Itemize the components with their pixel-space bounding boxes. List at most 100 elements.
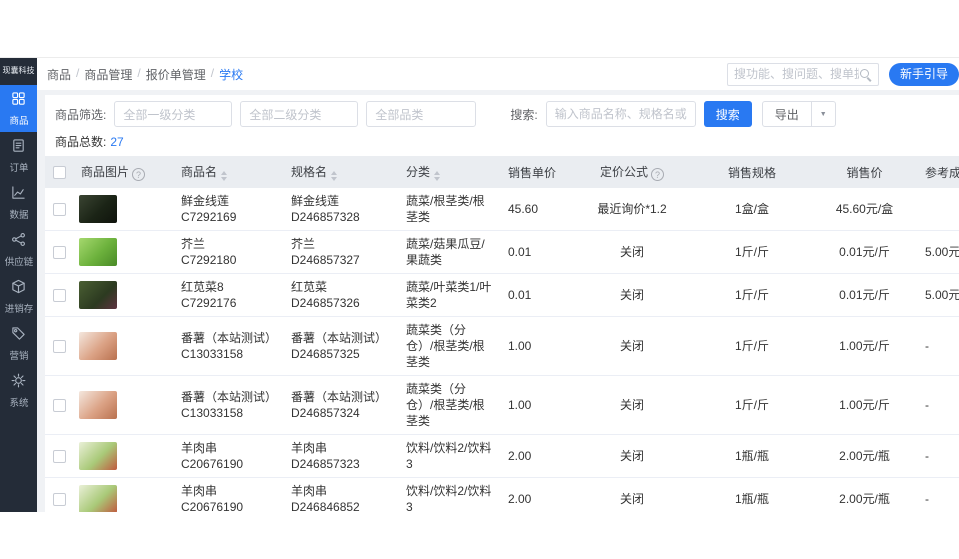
ref-cost-cell: [917, 188, 959, 231]
category-level1-select[interactable]: 全部一级分类: [114, 101, 233, 127]
newbie-guide-button[interactable]: 新手引导: [888, 62, 959, 86]
col-header-label: 销售规格: [727, 165, 776, 180]
product-code: C7292169: [181, 210, 237, 224]
product-name: 芥兰: [181, 237, 206, 251]
product-name: 羊肉串: [181, 441, 218, 455]
breadcrumb-separator: /: [137, 65, 141, 80]
category-level3-select[interactable]: 全部品类: [366, 101, 477, 127]
row-checkbox[interactable]: [52, 203, 66, 217]
col-header-sale-price: 销售价: [812, 156, 917, 188]
row-checkbox[interactable]: [52, 289, 66, 303]
topbar: 商品 / 商品管理 / 报价单管理 / 学校 新手引导: [37, 58, 959, 90]
col-header-unit-price: 销售单价: [500, 156, 572, 188]
col-header-spec-name[interactable]: 规格名: [283, 156, 398, 188]
row-checkbox[interactable]: [52, 340, 66, 354]
sale-price-cell: 0.01元/斤: [812, 273, 917, 317]
total-label: 商品总数:: [55, 135, 107, 149]
sidebar-item-inventory[interactable]: 进销存: [0, 273, 37, 320]
breadcrumb: 商品 / 商品管理 / 报价单管理 / 学校: [47, 66, 243, 83]
sidebar-item-products[interactable]: 商品: [0, 85, 37, 132]
product-photo[interactable]: [79, 442, 117, 470]
table-row: 红苋菜8 C7292176 红苋菜 D246857326 蔬菜/叶菜类1/叶菜类…: [45, 273, 959, 317]
product-name-cell: 番薯（本站测试） C13033158: [173, 375, 283, 435]
sidebar-item-system[interactable]: 系统: [0, 367, 37, 414]
export-split-button: 导出 ▼: [761, 101, 836, 127]
product-photo[interactable]: [79, 332, 117, 360]
sale-price-cell: 1.00元/斤: [812, 375, 917, 435]
main-area: 商品 / 商品管理 / 报价单管理 / 学校 新手引导 商品筛选: 全部一级分类: [37, 58, 959, 512]
col-header-label: 分类: [406, 165, 431, 179]
ref-cost-cell: -: [917, 375, 959, 435]
product-photo[interactable]: [79, 238, 117, 266]
content-card: 商品筛选: 全部一级分类 全部二级分类 全部品类 搜索: 搜索 导出 ▼ 商品总…: [45, 95, 959, 512]
col-header-label: 参考成: [925, 165, 959, 180]
breadcrumb-item-product-management[interactable]: 商品管理: [84, 66, 132, 83]
col-header-product-name[interactable]: 商品名: [173, 156, 283, 188]
sidebar-item-orders[interactable]: 订单: [0, 132, 37, 179]
col-header-product-image: 商品图片?: [73, 156, 173, 188]
sale-spec-cell: 1瓶/瓶: [692, 434, 812, 478]
marketing-icon: [11, 326, 26, 344]
unit-price-cell: 0.01: [500, 273, 572, 317]
help-icon[interactable]: ?: [651, 168, 664, 181]
product-photo[interactable]: [79, 281, 117, 309]
category-cell: 蔬菜/叶菜类1/叶菜类2: [398, 273, 500, 317]
row-checkbox[interactable]: [52, 246, 66, 260]
filter-row: 商品筛选: 全部一级分类 全部二级分类 全部品类 搜索: 搜索 导出 ▼: [45, 95, 959, 133]
row-checkbox[interactable]: [52, 450, 66, 464]
row-checkbox[interactable]: [52, 399, 66, 413]
product-search-input[interactable]: [545, 101, 696, 127]
breadcrumb-item-current[interactable]: 学校: [219, 66, 243, 83]
app-window: 现囊科技 商品 订单 数据 供应链 进销存 营销 系统 商品 / 商品管理 / …: [0, 57, 959, 512]
category-cell: 蔬菜/菇果瓜豆/果蔬类: [398, 230, 500, 274]
sort-icon[interactable]: [221, 171, 228, 181]
pricing-formula-cell: 关闭: [572, 273, 692, 317]
sort-icon[interactable]: [434, 171, 441, 181]
spec-name-cell: 羊肉串 D246846852: [283, 477, 398, 512]
category-cell: 饮料/饮料2/饮料3: [398, 477, 500, 512]
breadcrumb-item-quotation-management[interactable]: 报价单管理: [146, 66, 206, 83]
select-all-checkbox[interactable]: [52, 166, 66, 180]
spec-name-cell: 番薯（本站测试） D246857325: [283, 316, 398, 376]
category-cell: 饮料/饮料2/饮料3: [398, 434, 500, 478]
spec-name-cell: 鲜金线莲 D246857328: [283, 188, 398, 231]
sort-icon[interactable]: [331, 171, 338, 181]
select-all-cell[interactable]: [45, 156, 73, 188]
category-cell: 蔬菜/根茎类/根茎类: [398, 188, 500, 231]
col-header-sale-spec: 销售规格: [692, 156, 812, 188]
product-code: C7292180: [181, 253, 237, 267]
spec-code: D246846852: [291, 500, 360, 512]
spec-code: D246857327: [291, 253, 360, 267]
category-level2-select[interactable]: 全部二级分类: [240, 101, 359, 127]
product-photo[interactable]: [79, 485, 117, 512]
spec-name-cell: 羊肉串 D246857323: [283, 434, 398, 478]
product-code: C20676190: [181, 457, 244, 471]
sidebar-item-data[interactable]: 数据: [0, 179, 37, 226]
ref-cost-cell: -: [917, 316, 959, 376]
supply-chain-icon: [11, 232, 26, 250]
table-row: 番薯（本站测试） C13033158 番薯（本站测试） D246857325 蔬…: [45, 316, 959, 376]
global-search-input[interactable]: [733, 67, 859, 81]
col-header-category[interactable]: 分类: [398, 156, 500, 188]
chevron-down-icon: ▼: [819, 110, 827, 118]
product-photo[interactable]: [79, 391, 117, 419]
breadcrumb-item-products[interactable]: 商品: [47, 66, 71, 83]
search-icon[interactable]: [859, 68, 872, 81]
help-icon[interactable]: ?: [132, 168, 146, 181]
sidebar-item-label: 系统: [9, 397, 28, 409]
product-name-cell: 鲜金线莲 C7292169: [173, 188, 283, 231]
row-checkbox[interactable]: [52, 493, 66, 507]
product-name: 鲜金线莲: [181, 194, 230, 208]
table-row: 芥兰 C7292180 芥兰 D246857327 蔬菜/菇果瓜豆/果蔬类 0.…: [45, 230, 959, 274]
product-name: 番薯（本站测试）: [181, 390, 278, 404]
col-header-label: 商品图片: [81, 165, 130, 179]
export-dropdown-button[interactable]: ▼: [811, 101, 836, 127]
data-icon: [11, 185, 26, 203]
global-search-box[interactable]: [726, 62, 879, 86]
product-code: C13033158: [181, 406, 244, 420]
sidebar-item-supply-chain[interactable]: 供应链: [0, 226, 37, 273]
search-button[interactable]: 搜索: [703, 101, 752, 127]
product-photo[interactable]: [79, 195, 117, 223]
export-button[interactable]: 导出: [761, 101, 812, 127]
sidebar-item-marketing[interactable]: 营销: [0, 320, 37, 367]
